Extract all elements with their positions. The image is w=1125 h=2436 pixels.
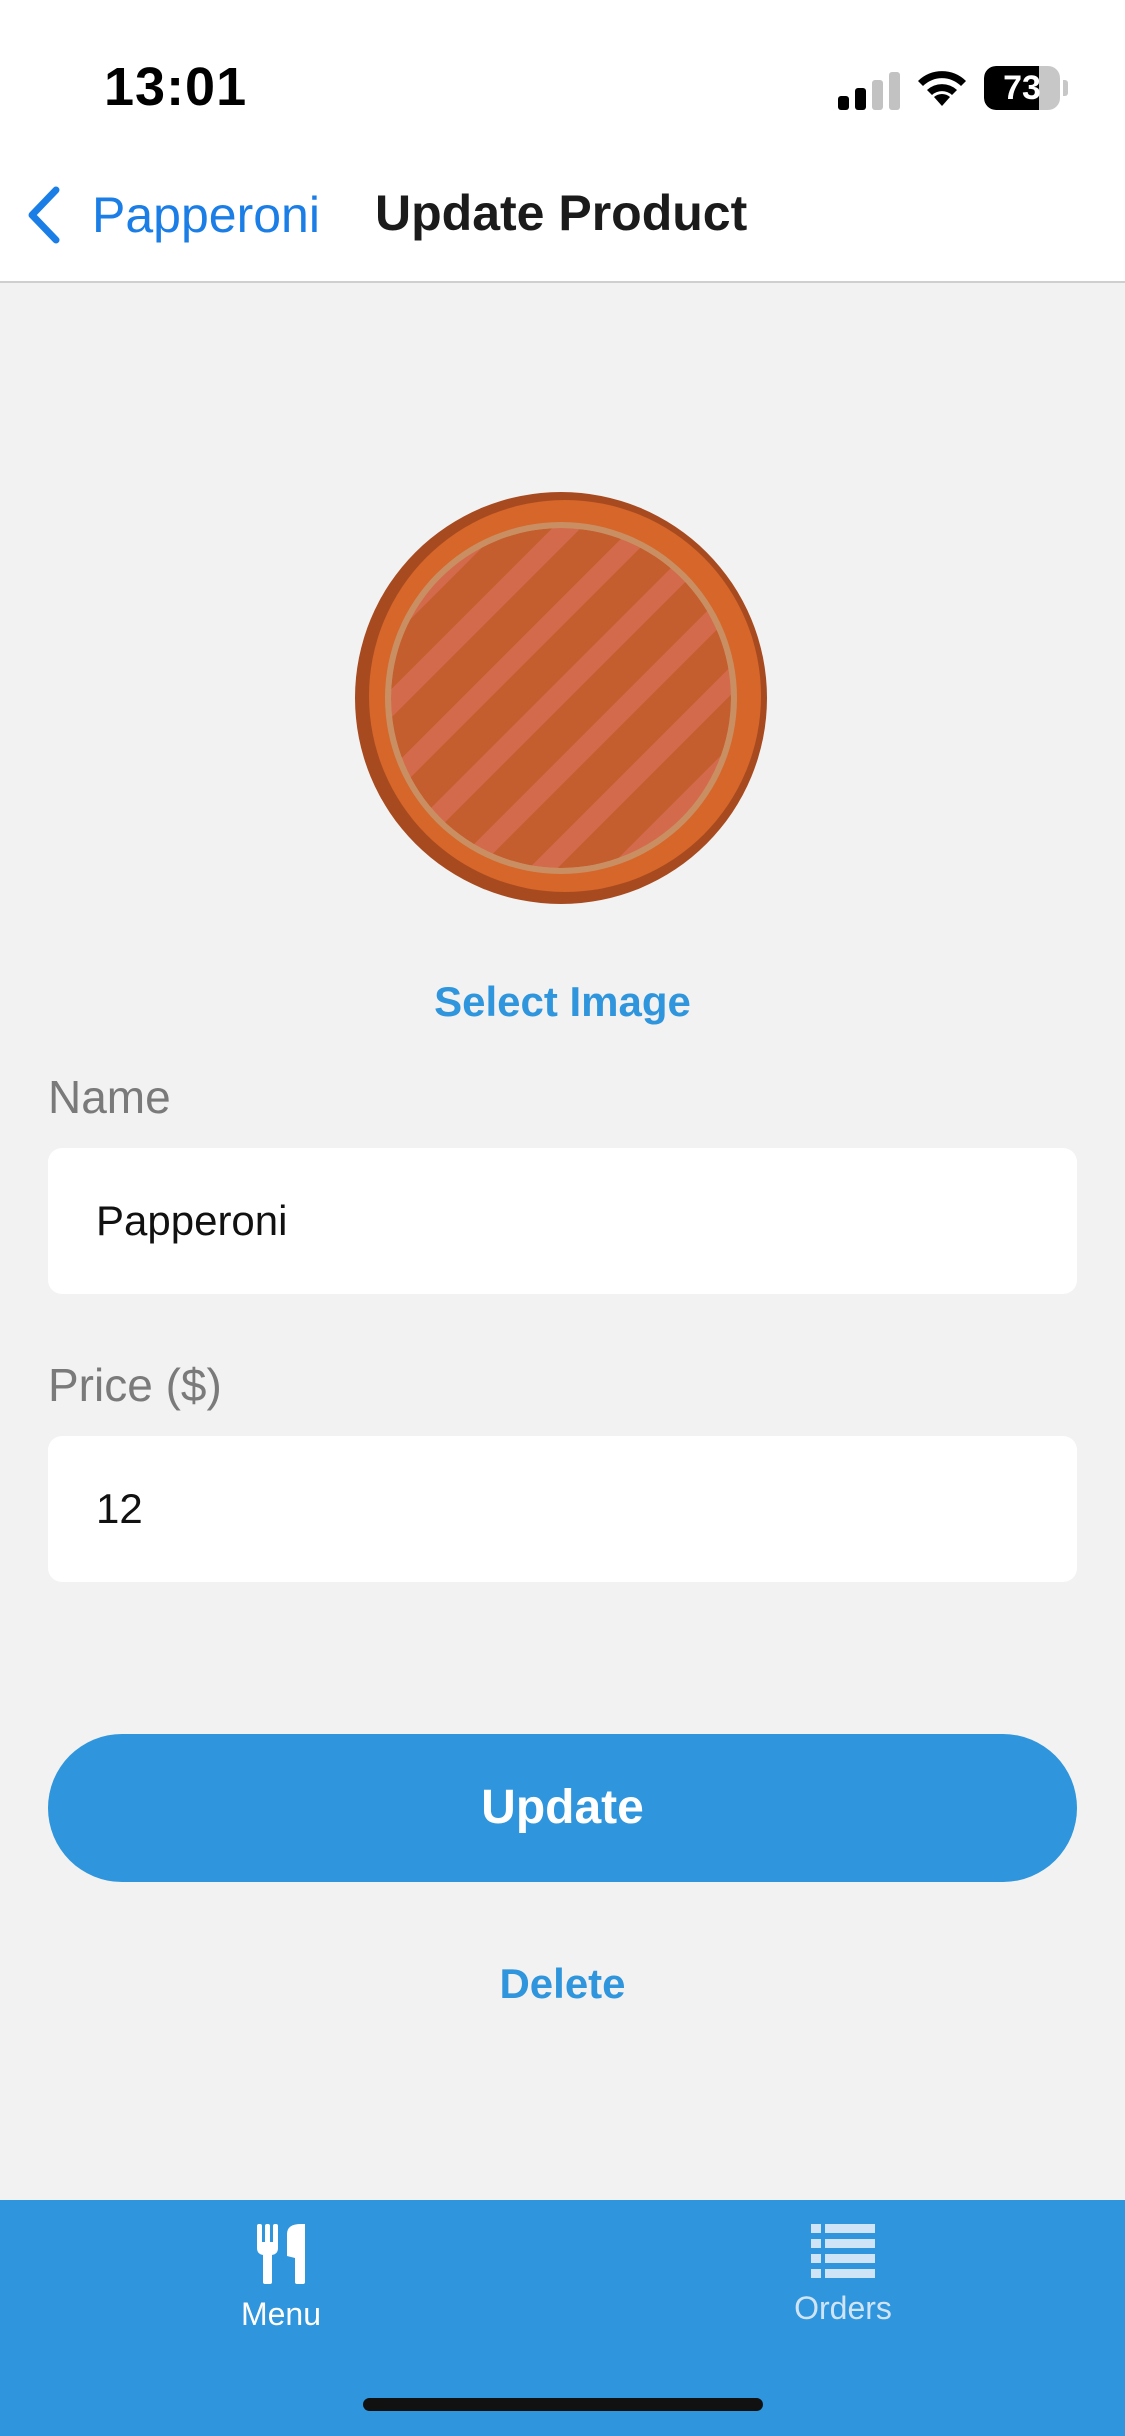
cellular-signal-icon — [838, 72, 900, 110]
delete-button[interactable]: Delete — [0, 1960, 1125, 2008]
battery-level: 73 — [1003, 69, 1041, 107]
wifi-icon — [918, 71, 966, 106]
update-product-screen: 13:01 73 Papperoni Update Product Select… — [0, 0, 1125, 2436]
battery-icon: 73 — [984, 66, 1068, 110]
price-input[interactable] — [48, 1436, 1077, 1582]
list-icon — [811, 2224, 875, 2278]
tab-menu[interactable]: Menu — [131, 2224, 431, 2364]
tab-orders-label: Orders — [794, 2290, 892, 2326]
home-indicator[interactable] — [363, 2398, 763, 2411]
tab-menu-label: Menu — [240, 2296, 322, 2332]
name-label: Name — [48, 1071, 171, 1123]
tab-orders[interactable]: Orders — [693, 2224, 993, 2364]
status-time: 13:01 — [104, 57, 248, 117]
price-label: Price ($) — [48, 1359, 222, 1411]
page-title: Update Product — [375, 185, 748, 241]
back-button-label: Papperoni — [92, 187, 320, 243]
back-button[interactable]: Papperoni — [22, 182, 320, 248]
fork-knife-icon — [257, 2224, 305, 2284]
select-image-button[interactable]: Select Image — [0, 978, 1125, 1026]
navigation-bar: Papperoni Update Product — [0, 150, 1125, 283]
status-bar: 13:01 73 — [0, 0, 1125, 150]
chevron-left-icon — [28, 186, 60, 244]
update-button[interactable]: Update — [48, 1734, 1077, 1882]
tab-bar: Menu Orders — [0, 2200, 1125, 2436]
pizza-image — [355, 492, 767, 904]
name-input[interactable] — [48, 1148, 1077, 1294]
